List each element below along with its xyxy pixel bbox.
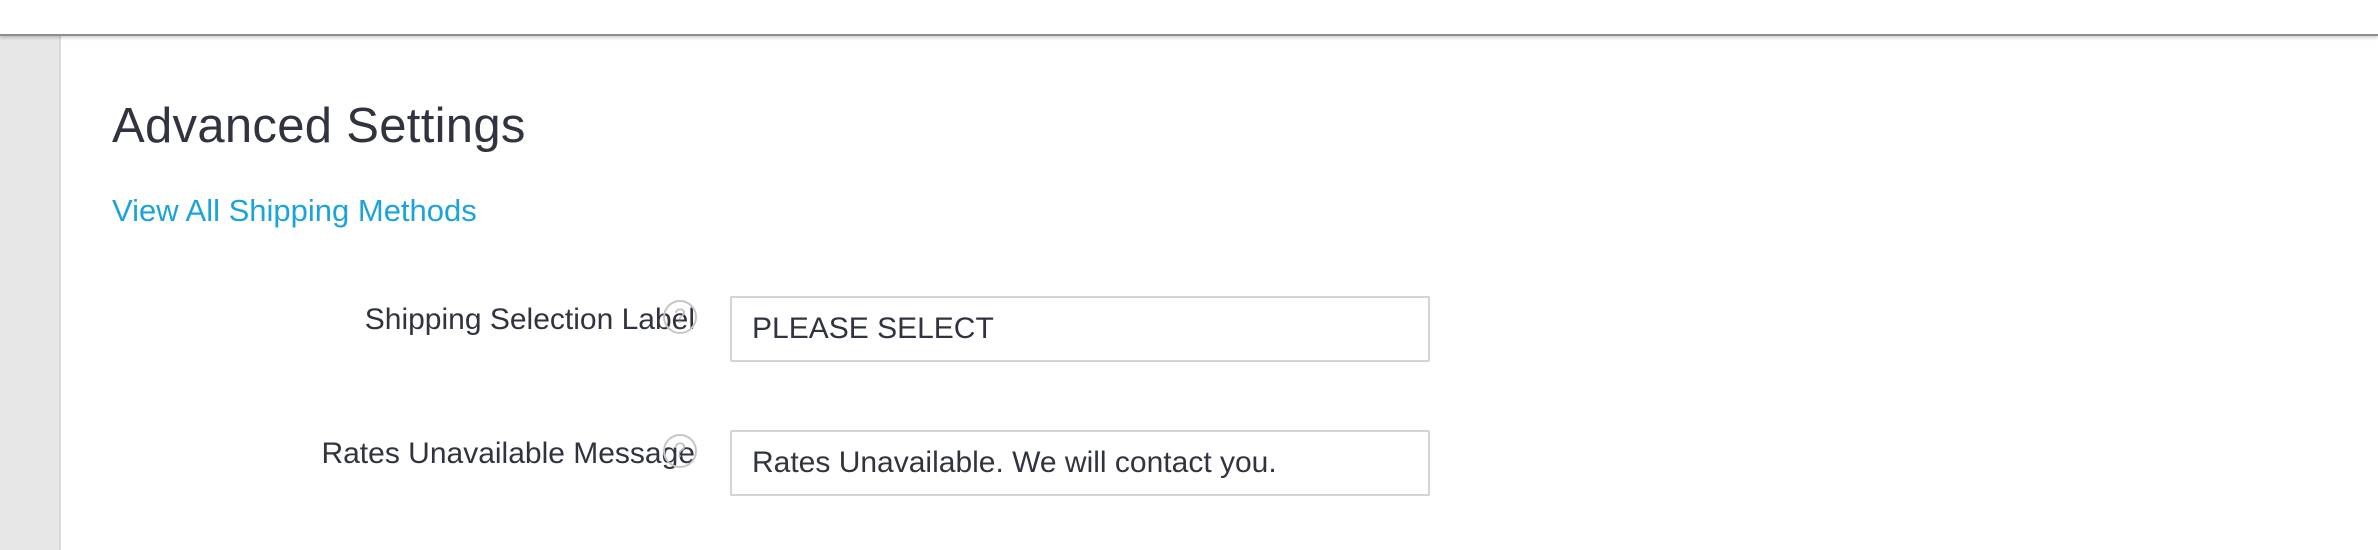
view-all-shipping-methods-link[interactable]: View All Shipping Methods bbox=[112, 193, 477, 229]
shipping-selection-label-input[interactable] bbox=[730, 296, 1430, 362]
form-row-rates-unavailable-message: Rates Unavailable Message ? bbox=[61, 430, 2378, 496]
left-rail bbox=[0, 36, 61, 550]
rates-unavailable-message-input[interactable] bbox=[730, 430, 1430, 496]
shipping-selection-label: Shipping Selection Label bbox=[364, 303, 695, 336]
main-content: Advanced Settings View All Shipping Meth… bbox=[61, 36, 2378, 550]
top-bar bbox=[0, 0, 2378, 36]
question-circle-icon[interactable]: ? bbox=[663, 434, 697, 468]
page-title: Advanced Settings bbox=[112, 99, 526, 153]
form-row-shipping-selection-label: Shipping Selection Label ? bbox=[61, 296, 2378, 362]
rates-unavailable-message-label: Rates Unavailable Message bbox=[321, 437, 695, 470]
question-circle-icon[interactable]: ? bbox=[663, 300, 697, 334]
